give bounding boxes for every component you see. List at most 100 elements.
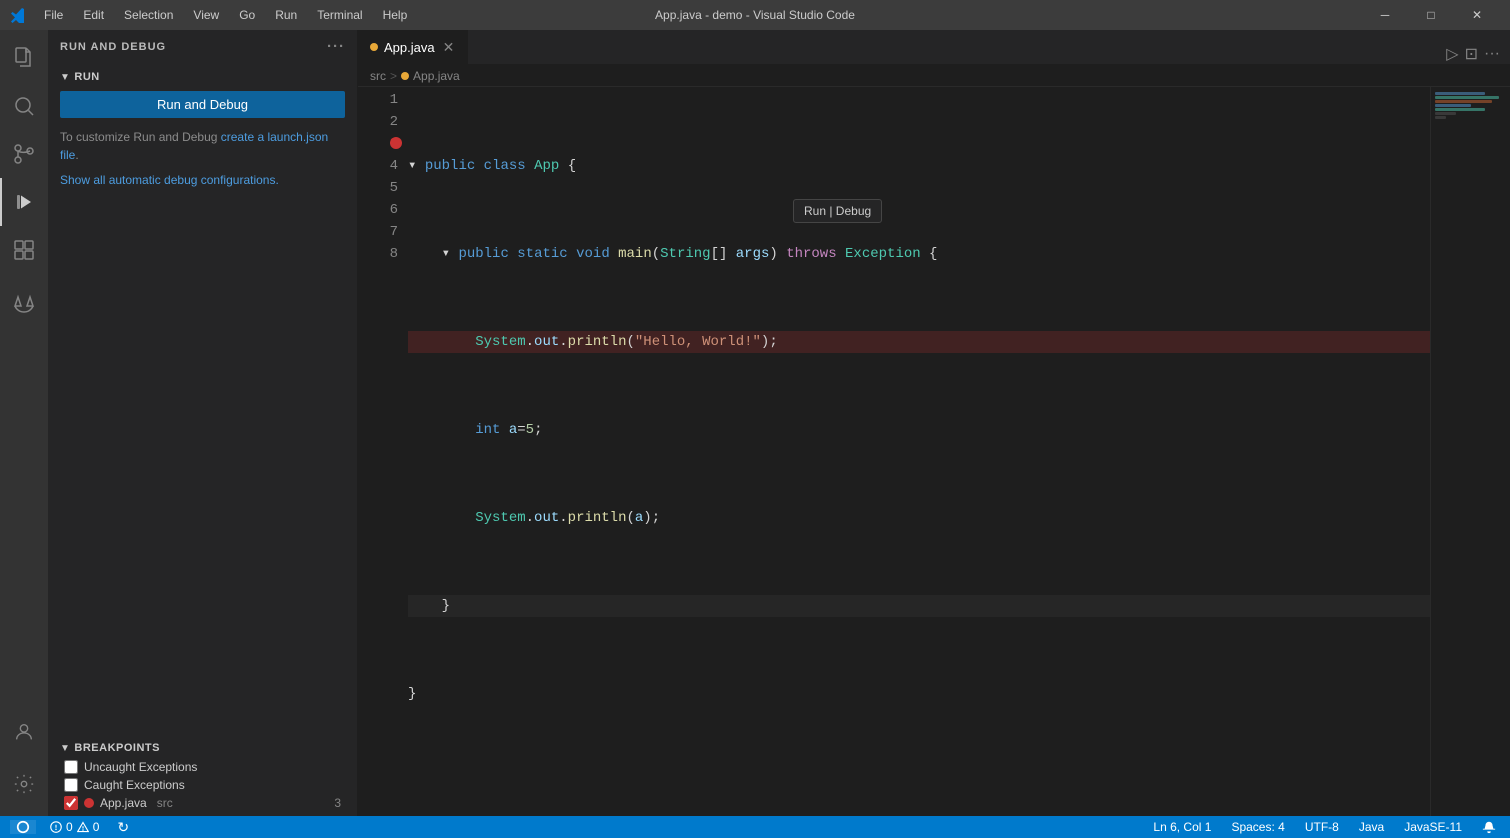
cursor-position-label: Ln 6, Col 1 [1153,820,1211,834]
split-editor-icon[interactable]: ⊡ [1465,44,1478,64]
status-left: 0 0 ↻ [10,819,133,836]
maximize-button[interactable]: □ [1408,0,1454,30]
breadcrumb-src[interactable]: src [370,69,386,83]
activity-explorer[interactable] [0,34,48,82]
vscode-icon [10,7,26,23]
breakpoint-uncaught-exceptions: Uncaught Exceptions [48,758,357,776]
more-actions-icon[interactable]: ··· [327,38,345,55]
breadcrumb-file-label: App.java [413,69,460,83]
menu-edit[interactable]: Edit [75,6,112,24]
title-bar-left: File Edit Selection View Go Run Terminal… [10,6,415,24]
line-numbers: 1 2 3 4 5 6 7 8 [358,87,408,816]
spaces-label: Spaces: 4 [1231,820,1284,834]
activity-bottom [0,708,48,816]
code-content[interactable]: ▾ public class App { ▾ public static voi… [408,87,1430,816]
line-number-4: 4 [358,155,398,177]
status-javase[interactable]: JavaSE-11 [1400,820,1466,834]
breakpoints-section: ▼ BREAKPOINTS Uncaught Exceptions Caught… [48,738,357,816]
line-number-8: 8 [358,243,398,265]
minimap-line-7 [1435,116,1446,119]
menu-selection[interactable]: Selection [116,6,181,24]
warning-icon [77,821,89,833]
notification-icon [1482,820,1496,834]
breakpoint-path: src [157,796,173,810]
window-controls: ─ □ ✕ [1362,0,1500,30]
status-right: Ln 6, Col 1 Spaces: 4 UTF-8 Java JavaSE-… [1149,820,1500,834]
status-sync[interactable]: ↻ [113,819,133,836]
minimap-line-1 [1435,92,1485,95]
sync-icon: ↻ [117,819,129,836]
breakpoint-filename: App.java [100,796,147,810]
activity-test[interactable] [0,282,48,330]
breakpoints-label: BREAKPOINTS [74,742,160,754]
javase-label: JavaSE-11 [1404,820,1462,834]
uncaught-exceptions-checkbox[interactable] [64,760,78,774]
editor-actions: ▷ ⊡ ··· [1446,44,1510,64]
status-remote[interactable] [10,820,36,834]
title-bar: File Edit Selection View Go Run Terminal… [0,0,1510,30]
code-line-5: System.out.println(a); [408,507,1430,529]
menu-help[interactable]: Help [375,6,416,24]
status-errors-warnings[interactable]: 0 0 [46,820,103,834]
activity-account[interactable] [0,708,48,756]
status-spaces[interactable]: Spaces: 4 [1227,820,1288,834]
minimap-line-2 [1435,96,1499,99]
run-section-title[interactable]: ▼ RUN [60,71,345,83]
run-section: ▼ RUN Run and Debug To customize Run and… [48,63,357,195]
minimap-line-6 [1435,112,1456,115]
activity-source-control[interactable] [0,130,48,178]
breakpoint-dot [84,798,94,808]
status-cursor-position[interactable]: Ln 6, Col 1 [1149,820,1215,834]
code-line-3: System.out.println("Hello, World!"); [408,331,1430,353]
breakpoint-caught-exceptions: Caught Exceptions [48,776,357,794]
activity-extensions[interactable] [0,226,48,274]
status-bar: 0 0 ↻ Ln 6, Col 1 Spaces: 4 UTF-8 Java J… [0,816,1510,838]
status-notification[interactable] [1478,820,1500,834]
breakpoints-title[interactable]: ▼ BREAKPOINTS [48,738,357,758]
activity-search[interactable] [0,82,48,130]
menu-go[interactable]: Go [231,6,263,24]
code-line-2: ▾ public static void main(String[] args)… [408,243,1430,265]
error-icon [50,821,62,833]
encoding-label: UTF-8 [1305,820,1339,834]
show-configs-link[interactable]: Show all automatic debug configurations. [60,173,279,187]
code-line-6: } [408,595,1430,617]
breadcrumb-filename[interactable]: App.java [401,69,460,83]
activity-run-debug[interactable] [0,178,48,226]
activity-settings[interactable] [0,760,48,808]
line-number-2: 2 [358,111,398,133]
tab-close-button[interactable]: ✕ [441,38,457,56]
caught-exceptions-checkbox[interactable] [64,778,78,792]
run-icon[interactable]: ▷ [1446,44,1458,64]
sidebar-spacer [48,195,357,738]
tab-filename: App.java [384,40,435,55]
menu-terminal[interactable]: Terminal [309,6,370,24]
breakpoint-line: 3 [334,796,341,810]
code-line-4: int a=5; [408,419,1430,441]
minimap [1430,87,1510,816]
close-button[interactable]: ✕ [1454,0,1500,30]
caught-exceptions-label: Caught Exceptions [84,778,185,792]
menu-file[interactable]: File [36,6,71,24]
line-number-1: 1 [358,89,398,111]
line-number-7: 7 [358,221,398,243]
menu-view[interactable]: View [185,6,227,24]
breakpoint-circle [390,137,402,149]
minimap-content [1431,87,1510,124]
window-title: App.java - demo - Visual Studio Code [655,8,855,22]
warning-count: 0 [93,820,100,834]
status-encoding[interactable]: UTF-8 [1301,820,1343,834]
app-java-breakpoint-checkbox[interactable] [64,796,78,810]
breadcrumb-file-icon [401,72,409,80]
run-and-debug-button[interactable]: Run and Debug [60,91,345,118]
status-language[interactable]: Java [1355,820,1388,834]
tab-app-java[interactable]: App.java ✕ [358,30,469,64]
menu-run[interactable]: Run [267,6,305,24]
code-line-8 [408,771,1430,793]
code-editor[interactable]: 1 2 3 4 5 6 7 8 ▾ public class App { ▾ p… [358,87,1510,816]
line-number-3: 3 [358,133,398,155]
sidebar-header: RUN AND DEBUG ··· [48,30,357,63]
run-hint: To customize Run and Debug create a laun… [60,128,345,164]
minimize-button[interactable]: ─ [1362,0,1408,30]
more-editor-actions-icon[interactable]: ··· [1484,45,1500,63]
